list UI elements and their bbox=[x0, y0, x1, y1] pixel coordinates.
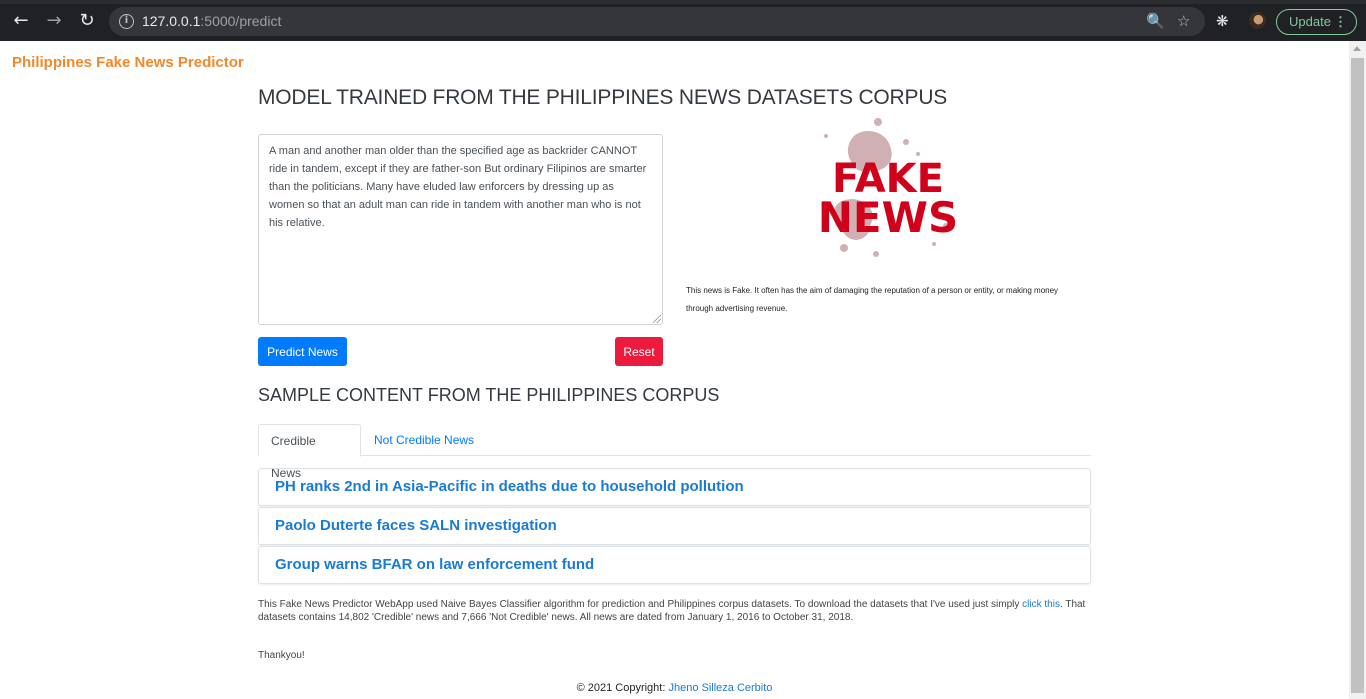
news-tabs: Credible News Not Credible News bbox=[258, 424, 1091, 480]
news-item-link[interactable]: PH ranks 2nd in Asia-Pacific in deaths d… bbox=[275, 478, 744, 495]
browser-toolbar: ← → ↻ i 127.0.0.1:5000/predict 🔍 ☆ ❋ Upd… bbox=[0, 0, 1366, 41]
thanks-text: Thankyou! bbox=[258, 650, 305, 661]
profile-avatar[interactable] bbox=[1249, 12, 1266, 29]
forward-icon[interactable]: → bbox=[43, 10, 65, 32]
tab-strip bbox=[0, 0, 1366, 4]
tab-credible-news[interactable]: Credible News bbox=[258, 424, 361, 480]
footer-description: This Fake News Predictor WebApp used Nai… bbox=[258, 598, 1088, 624]
more-menu-icon[interactable]: ⋮ bbox=[1334, 10, 1347, 34]
copyright: © 2021 Copyright: Jheno Silleza Cerbito bbox=[0, 682, 1349, 694]
news-item-link[interactable]: Group warns BFAR on law enforcement fund bbox=[275, 556, 594, 573]
scrollbar-thumb[interactable] bbox=[1351, 58, 1364, 693]
copyright-prefix: © 2021 Copyright: bbox=[576, 682, 669, 694]
page-content: Philippines Fake News Predictor MODEL TR… bbox=[0, 41, 1349, 699]
news-list-item[interactable]: PH ranks 2nd in Asia-Pacific in deaths d… bbox=[258, 468, 1091, 506]
footer-text-before: This Fake News Predictor WebApp used Nai… bbox=[258, 599, 1023, 610]
update-button[interactable]: Update ⋮ bbox=[1276, 9, 1357, 35]
address-bar[interactable]: i 127.0.0.1:5000/predict 🔍 ☆ bbox=[109, 7, 1205, 36]
scroll-up-arrow-icon[interactable] bbox=[1353, 46, 1361, 51]
tab-not-credible-news[interactable]: Not Credible News bbox=[362, 424, 486, 457]
url-text[interactable]: 127.0.0.1:5000/predict bbox=[142, 13, 281, 29]
fake-news-image: FAKE NEWS bbox=[818, 118, 958, 257]
bookmark-star-icon[interactable]: ☆ bbox=[1177, 12, 1190, 30]
extensions-puzzle-icon[interactable]: ❋ bbox=[1216, 12, 1229, 30]
news-list-item[interactable]: Paolo Duterte faces SALN investigation bbox=[258, 507, 1091, 545]
sample-section-title: SAMPLE CONTENT FROM THE PHILIPPINES CORP… bbox=[258, 385, 720, 405]
update-label: Update bbox=[1289, 14, 1331, 29]
site-info-icon[interactable]: i bbox=[119, 14, 134, 29]
news-word: NEWS bbox=[818, 193, 958, 242]
url-host: 127.0.0.1 bbox=[142, 13, 201, 29]
reload-icon[interactable]: ↻ bbox=[76, 10, 98, 32]
textarea-resize-handle[interactable] bbox=[653, 315, 661, 323]
back-icon[interactable]: ← bbox=[10, 10, 32, 32]
predict-news-button[interactable]: Predict News bbox=[258, 337, 347, 366]
url-path: :5000/predict bbox=[200, 13, 282, 29]
page-scrollbar[interactable] bbox=[1349, 41, 1366, 699]
prediction-result-text: This news is Fake. It often has the aim … bbox=[686, 286, 1059, 313]
news-item-link[interactable]: Paolo Duterte faces SALN investigation bbox=[275, 517, 557, 534]
reset-button[interactable]: Reset bbox=[615, 337, 663, 366]
navbar-brand[interactable]: Philippines Fake News Predictor bbox=[12, 54, 244, 71]
news-list-item[interactable]: Group warns BFAR on law enforcement fund bbox=[258, 546, 1091, 584]
author-link[interactable]: Jheno Silleza Cerbito bbox=[668, 682, 772, 694]
page-title: MODEL TRAINED FROM THE PHILIPPINES NEWS … bbox=[258, 86, 948, 109]
zoom-icon[interactable]: 🔍 bbox=[1146, 12, 1165, 30]
download-dataset-link[interactable]: click this bbox=[1022, 599, 1060, 610]
news-text-input[interactable]: A man and another man older than the spe… bbox=[258, 134, 663, 325]
